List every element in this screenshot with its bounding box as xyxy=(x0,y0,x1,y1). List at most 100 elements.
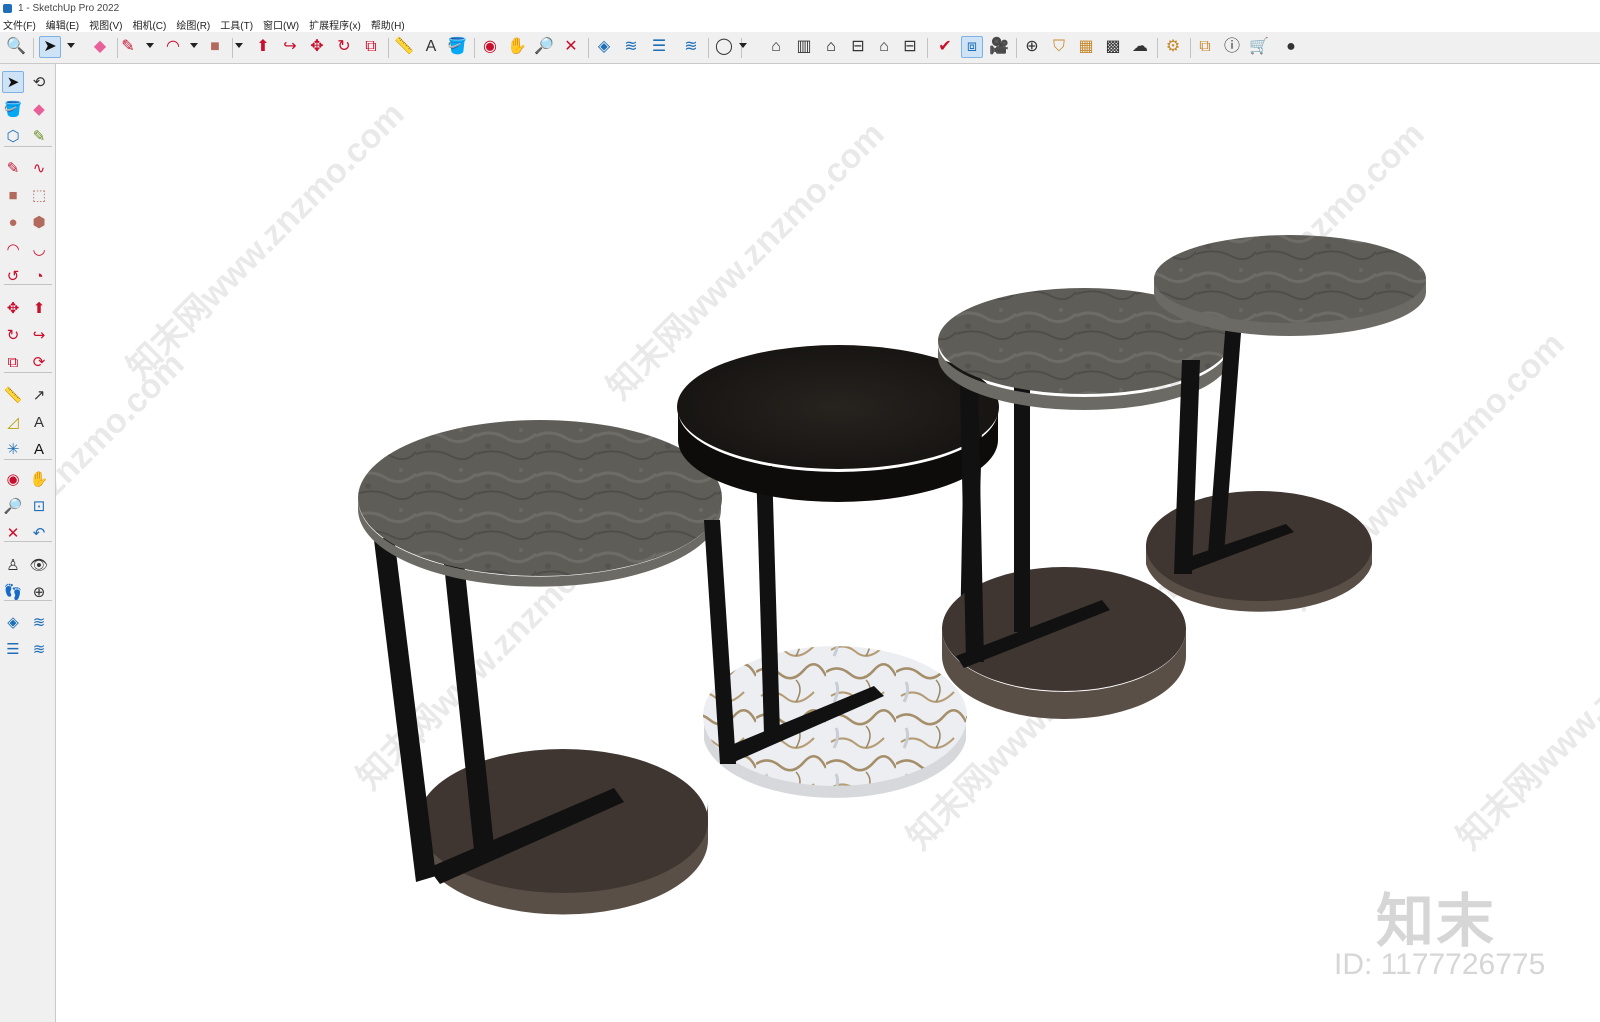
drawing-viewport[interactable]: 知末网www.znzmo.com 知末网www.znzmo.com 知末网www.z… xyxy=(56,64,1600,1022)
pan-icon[interactable]: ✋ xyxy=(28,468,50,490)
pencil-dropdown-arrow[interactable] xyxy=(146,43,154,48)
dimension-icon[interactable]: ↗ xyxy=(28,384,50,406)
add-location-icon[interactable]: ⊕ xyxy=(1021,36,1043,58)
look-around-icon[interactable]: 👁 xyxy=(28,554,50,576)
menu-item-2[interactable]: 视图(V) xyxy=(89,17,122,32)
menu-item-1[interactable]: 编辑(E) xyxy=(46,17,79,32)
arc-dropdown-arrow[interactable] xyxy=(190,43,198,48)
orbit-icon[interactable]: ◉ xyxy=(479,36,501,58)
toolbar-separator xyxy=(741,38,742,58)
rotated-rectangle-icon[interactable]: ⬚ xyxy=(28,184,50,206)
right-view-icon[interactable]: ⊟ xyxy=(847,36,869,58)
arc-icon[interactable]: ◠ xyxy=(2,238,24,260)
select-icon[interactable]: ➤ xyxy=(2,71,24,93)
user-account-icon[interactable]: ◯ xyxy=(713,36,735,58)
menu-item-8[interactable]: 帮助(H) xyxy=(371,17,405,32)
position-camera-icon[interactable]: ♙ xyxy=(2,554,24,576)
cart-icon[interactable]: 🛒 xyxy=(1248,36,1270,58)
push-pull-icon[interactable]: ⬆ xyxy=(252,36,274,58)
arc-icon[interactable]: ◠ xyxy=(162,36,184,58)
fog-icon[interactable]: ▦ xyxy=(1075,36,1097,58)
materials-icon[interactable]: ▩ xyxy=(1102,36,1124,58)
extension-warehouse-icon[interactable]: ≋ xyxy=(620,36,642,58)
zoom-icon[interactable]: 🔎 xyxy=(533,36,555,58)
select-dropdown-arrow[interactable] xyxy=(67,43,75,48)
back-view-icon[interactable]: ⌂ xyxy=(873,36,895,58)
model-scene[interactable] xyxy=(56,64,1600,1022)
pan-icon[interactable]: ✋ xyxy=(506,36,528,58)
follow-me-icon[interactable]: ↪ xyxy=(279,36,301,58)
iso-view-icon[interactable]: ⌂ xyxy=(765,36,787,58)
zoom-extents-icon[interactable]: ✕ xyxy=(560,36,582,58)
table-4[interactable] xyxy=(1146,235,1426,612)
layout-icon[interactable]: ☰ xyxy=(2,638,24,660)
layout-icon[interactable]: ☰ xyxy=(648,36,670,58)
menu-item-3[interactable]: 相机(C) xyxy=(132,17,166,32)
make-component-icon[interactable]: ⬡ xyxy=(2,125,24,147)
menu-item-5[interactable]: 工具(T) xyxy=(220,17,253,32)
zoom-icon[interactable]: 🔎 xyxy=(2,495,24,517)
cloud-upload-icon[interactable]: ☁ xyxy=(1129,36,1151,58)
rectangle-icon[interactable]: ■ xyxy=(204,36,226,58)
eraser-icon[interactable]: ◆ xyxy=(28,98,50,120)
follow-me-icon[interactable]: ↪ xyxy=(28,324,50,346)
shadows-icon[interactable]: ⛉ xyxy=(1048,36,1070,58)
move-icon[interactable]: ✥ xyxy=(306,36,328,58)
menu-item-4[interactable]: 绘图(R) xyxy=(176,17,210,32)
menu-item-0[interactable]: 文件(F) xyxy=(3,17,36,32)
warehouse-icon[interactable]: ◈ xyxy=(593,36,615,58)
polygon-icon[interactable]: ⬢ xyxy=(28,211,50,233)
text-icon[interactable]: A xyxy=(28,411,50,433)
solid-tools-icon[interactable]: ✔ xyxy=(934,36,956,58)
orbit-icon[interactable]: ◉ xyxy=(2,468,24,490)
warehouse-icon[interactable]: ◈ xyxy=(2,611,24,633)
zoom-window-icon[interactable]: 🔍 xyxy=(5,36,27,58)
offset-icon[interactable]: ⟳ xyxy=(28,351,50,373)
front-view-icon[interactable]: ⌂ xyxy=(820,36,842,58)
text-icon[interactable]: A xyxy=(420,36,442,58)
lasso-select-icon[interactable]: ⟲ xyxy=(28,71,50,93)
sketchup-app-icon xyxy=(3,3,12,13)
scale-icon[interactable]: ⧉ xyxy=(2,351,24,373)
two-point-arc-icon[interactable]: ◡ xyxy=(28,238,50,260)
account-dropdown-arrow[interactable] xyxy=(739,43,747,48)
tape-measure-icon[interactable]: 📏 xyxy=(2,384,24,406)
info-icon[interactable]: ⓘ xyxy=(1221,36,1243,58)
rotate-icon[interactable]: ↻ xyxy=(333,36,355,58)
3d-text-icon[interactable]: A xyxy=(28,438,50,460)
tag-tool-icon[interactable]: ✎ xyxy=(28,125,50,147)
move-icon[interactable]: ✥ xyxy=(2,297,24,319)
menu-item-6[interactable]: 窗口(W) xyxy=(263,17,299,32)
extension-warehouse-icon[interactable]: ≋ xyxy=(28,611,50,633)
pencil-line-icon[interactable]: ✎ xyxy=(2,157,24,179)
select-icon[interactable]: ➤ xyxy=(39,36,61,58)
eraser-icon[interactable]: ◆ xyxy=(89,36,111,58)
shape-dropdown-arrow[interactable] xyxy=(235,43,243,48)
menu-item-7[interactable]: 扩展程序(x) xyxy=(309,17,361,32)
top-view-icon[interactable]: ▥ xyxy=(793,36,815,58)
rectangle-icon[interactable]: ■ xyxy=(2,184,24,206)
scale-icon[interactable]: ⧉ xyxy=(360,36,382,58)
paint-bucket-icon[interactable]: 🪣 xyxy=(2,98,24,120)
tape-measure-icon[interactable]: 📏 xyxy=(393,36,415,58)
pencil-line-icon[interactable]: ✎ xyxy=(117,36,139,58)
protractor-icon[interactable]: ◿ xyxy=(2,411,24,433)
settings-icon[interactable]: ⚙ xyxy=(1162,36,1184,58)
table-1[interactable] xyxy=(358,420,722,915)
extension-manager-icon[interactable]: ≋ xyxy=(680,36,702,58)
extension-manager-icon[interactable]: ≋ xyxy=(28,638,50,660)
scenes-icon[interactable]: 🎥 xyxy=(988,36,1010,58)
push-pull-icon[interactable]: ⬆ xyxy=(28,297,50,319)
profile-icon[interactable]: ● xyxy=(1280,36,1302,58)
zoom-window-icon[interactable]: ⊡ xyxy=(28,495,50,517)
rotate-icon[interactable]: ↻ xyxy=(2,324,24,346)
section-plane-icon[interactable]: ⧈ xyxy=(961,36,983,58)
circle-icon[interactable]: ● xyxy=(2,211,24,233)
freehand-icon[interactable]: ∿ xyxy=(28,157,50,179)
table-2[interactable] xyxy=(677,345,999,798)
outliner-icon[interactable]: ⧉ xyxy=(1194,36,1216,58)
left-view-icon[interactable]: ⊟ xyxy=(899,36,921,58)
axes-icon[interactable]: ✳ xyxy=(2,438,24,460)
paint-bucket-icon[interactable]: 🪣 xyxy=(446,36,468,58)
toolbar-separator xyxy=(33,38,34,58)
